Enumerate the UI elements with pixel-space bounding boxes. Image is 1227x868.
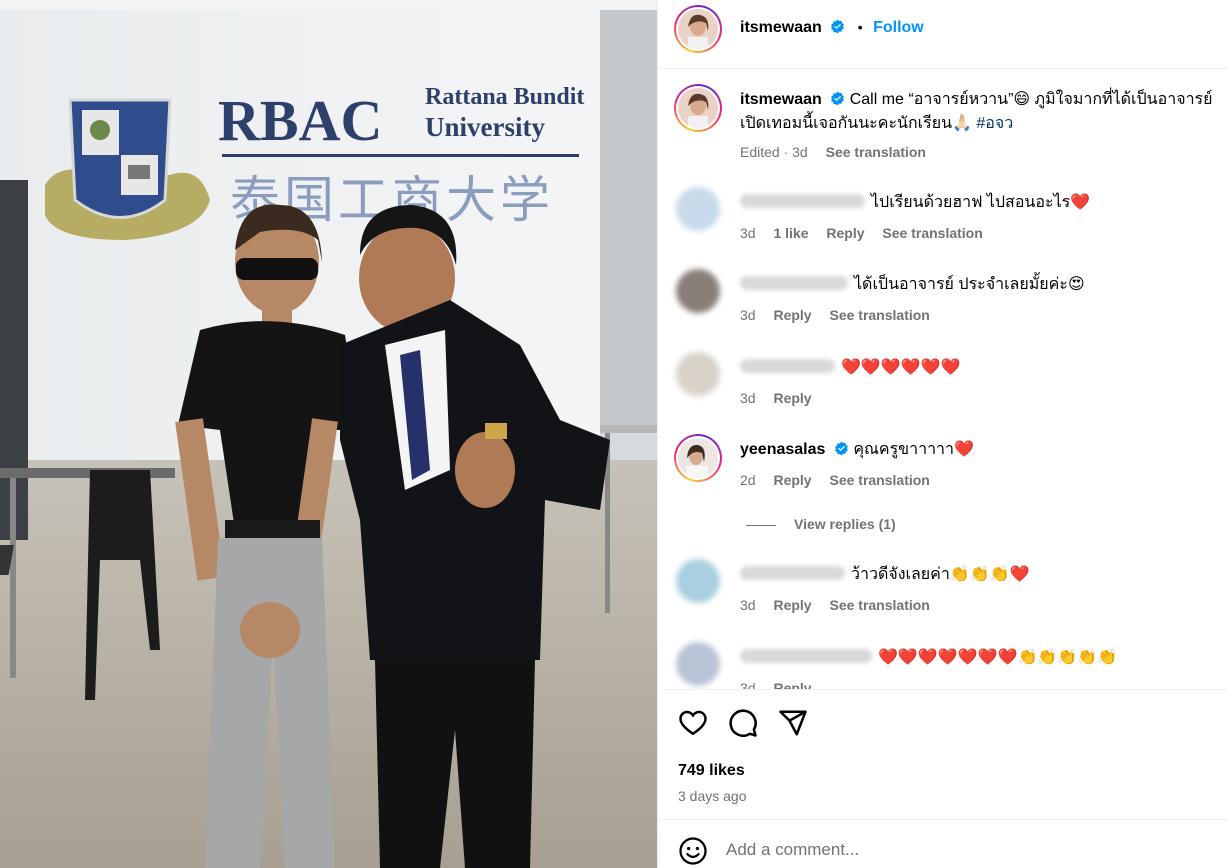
caption-line-2: เปิดเทอมนี้เจอกันนะคะนักเรียน🙏🏻	[740, 115, 977, 132]
comment-reply-button[interactable]: Reply	[773, 472, 811, 488]
comment-see-translation[interactable]: See translation	[829, 307, 929, 323]
verified-badge-icon	[831, 19, 845, 34]
post-header: itsmewaan • Follow	[658, 0, 1227, 69]
author-username[interactable]: itsmewaan	[740, 19, 822, 36]
follow-button[interactable]: Follow	[873, 19, 924, 36]
comment-avatar[interactable]	[676, 187, 720, 231]
sign-line-2: University	[425, 112, 545, 142]
comment-text: ไปเรียนด้วยฮาฟ ไปสอนอะไร❤️	[871, 194, 1091, 211]
comment-time: 3d	[740, 225, 756, 241]
sign-line-1: Rattana Bundit	[425, 84, 584, 110]
comment-time: 2d	[740, 472, 756, 488]
emoji-icon[interactable]	[678, 836, 708, 866]
caption-line-1: Call me “อาจารย์หวาน”😄 ภูมิใจมากที่ได้เป…	[849, 91, 1213, 108]
comment-item: yeenasalas คุณครูขาาาาา❤️ 2d Reply See t…	[658, 434, 1227, 544]
comment-text: คุณครูขาาาาา❤️	[853, 441, 974, 458]
comment-avatar[interactable]	[674, 434, 722, 482]
comment-text: ว้าวดีจังเลยค่า👏👏👏❤️	[851, 566, 1030, 583]
comment-username-blurred[interactable]	[740, 276, 848, 290]
author-avatar[interactable]	[674, 5, 722, 53]
caption: itsmewaan Call me “อาจารย์หวาน”😄 ภูมิใจม…	[658, 84, 1227, 184]
comment-text: ได้เป็นอาจารย์ ประจำเลยมั้ยค่ะ😍	[854, 276, 1085, 293]
comment-reply-button[interactable]: Reply	[773, 680, 811, 689]
comment-text: ❤️❤️❤️❤️❤️❤️❤️👏👏👏👏👏	[878, 649, 1118, 666]
view-replies-label: View replies (1)	[794, 516, 896, 532]
caption-avatar[interactable]	[674, 84, 722, 132]
post-photo[interactable]: RBAC Rattana Bundit University 泰国工商大学	[0, 0, 657, 868]
post-photo-image: RBAC Rattana Bundit University 泰国工商大学	[0, 0, 657, 868]
caption-text: itsmewaan Call me “อาจารย์หวาน”😄 ภูมิใจม…	[740, 88, 1213, 112]
comment-username-blurred[interactable]	[740, 194, 865, 208]
caption-username[interactable]: itsmewaan	[740, 91, 822, 108]
add-comment-input[interactable]	[726, 840, 1206, 860]
comment-item: ได้เป็นอาจารย์ ประจำเลยมั้ยค่ะ😍 3d Reply…	[658, 269, 1227, 349]
comment-username-blurred[interactable]	[740, 649, 872, 663]
comment-reply-button[interactable]: Reply	[826, 225, 864, 241]
sign-title: RBAC	[218, 88, 382, 153]
comment-username-blurred[interactable]	[740, 566, 845, 580]
likes-count[interactable]: 749 likes	[678, 762, 745, 780]
comment-see-translation[interactable]: See translation	[882, 225, 982, 241]
caption-edited-time: Edited · 3d	[740, 144, 808, 160]
comment-avatar[interactable]	[676, 352, 720, 396]
comment-username[interactable]: yeenasalas	[740, 441, 825, 458]
comment-time: 3d	[740, 680, 756, 689]
view-replies-button[interactable]: View replies (1)	[746, 516, 896, 532]
comments-list[interactable]: itsmewaan Call me “อาจารย์หวาน”😄 ภูมิใจม…	[658, 69, 1227, 689]
comment-see-translation[interactable]: See translation	[829, 597, 929, 613]
comment-avatar[interactable]	[676, 269, 720, 313]
post-actions: 749 likes 3 days ago	[658, 689, 1227, 819]
comment-reply-button[interactable]: Reply	[773, 390, 811, 406]
share-icon[interactable]	[778, 708, 808, 738]
comment-time: 3d	[740, 597, 756, 613]
comment-item: ❤️❤️❤️❤️❤️❤️❤️👏👏👏👏👏 3d Reply	[658, 642, 1227, 689]
add-comment-bar	[658, 819, 1227, 868]
comment-username-blurred[interactable]	[740, 359, 835, 373]
comment-item: ❤️❤️❤️❤️❤️❤️ 3d Reply	[658, 352, 1227, 432]
comment-avatar[interactable]	[676, 559, 720, 603]
post-time-ago: 3 days ago	[678, 788, 747, 804]
post-details-panel: itsmewaan • Follow itsmewaan Call me “อา…	[657, 0, 1227, 868]
comment-text: ❤️❤️❤️❤️❤️❤️	[841, 359, 961, 376]
comment-item: ไปเรียนด้วยฮาฟ ไปสอนอะไร❤️ 3d 1 like Rep…	[658, 187, 1227, 267]
comment-reply-button[interactable]: Reply	[773, 307, 811, 323]
comment-reply-button[interactable]: Reply	[773, 597, 811, 613]
caption-see-translation[interactable]: See translation	[826, 144, 926, 160]
caption-hashtag[interactable]: #อจว	[976, 115, 1013, 132]
verified-badge-icon	[834, 441, 848, 456]
verified-badge-icon	[831, 91, 845, 106]
comment-item: ว้าวดีจังเลยค่า👏👏👏❤️ 3d Reply See transl…	[658, 559, 1227, 639]
comment-likes[interactable]: 1 like	[773, 225, 808, 241]
comment-avatar[interactable]	[676, 642, 720, 686]
heart-icon[interactable]	[678, 708, 708, 738]
comment-time: 3d	[740, 307, 756, 323]
comment-time: 3d	[740, 390, 756, 406]
separator-dot: •	[857, 19, 863, 35]
comment-see-translation[interactable]: See translation	[829, 472, 929, 488]
comment-icon[interactable]	[728, 708, 758, 738]
